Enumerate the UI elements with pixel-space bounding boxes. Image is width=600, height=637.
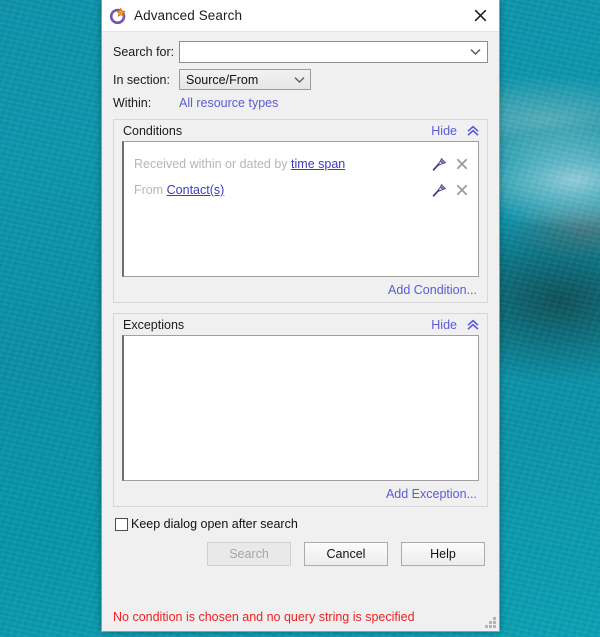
exceptions-group: Exceptions Hide Add Exception... [113, 313, 488, 507]
conditions-group: Conditions Hide Received within or dated… [113, 119, 488, 303]
double-chevron-up-icon[interactable] [466, 124, 480, 138]
within-label: Within: [113, 96, 152, 110]
chevron-down-icon[interactable] [467, 48, 483, 56]
in-section-value: Source/From [186, 72, 259, 87]
keep-dialog-open-label: Keep dialog open after search [131, 517, 298, 531]
condition-row[interactable]: Received within or dated by time span [124, 151, 478, 177]
exceptions-hide-link[interactable]: Hide [431, 318, 457, 332]
pin-edit-icon[interactable] [432, 157, 447, 172]
close-icon[interactable] [465, 3, 495, 29]
in-section-label: In section: [113, 72, 170, 87]
condition-row-actions [432, 157, 469, 172]
search-for-combobox[interactable] [179, 41, 488, 63]
exceptions-title: Exceptions [123, 317, 185, 332]
condition-value-link[interactable]: time span [291, 157, 345, 171]
add-exception-link[interactable]: Add Exception... [386, 487, 477, 501]
conditions-hide-link[interactable]: Hide [431, 124, 457, 138]
dialog-titlebar: Advanced Search [102, 0, 499, 32]
condition-prefix: Received within or dated by [134, 157, 292, 171]
pin-edit-icon[interactable] [432, 183, 447, 198]
conditions-footer: Add Condition... [114, 283, 487, 302]
exceptions-listbox[interactable] [122, 335, 479, 481]
condition-text: From Contact(s) [134, 183, 432, 197]
condition-value-link[interactable]: Contact(s) [167, 183, 225, 197]
status-message: No condition is chosen and no query stri… [113, 610, 415, 624]
close-x-icon[interactable] [455, 157, 469, 171]
dialog-body: Search for: In section: Source/From With… [102, 32, 499, 631]
exceptions-header: Exceptions Hide [114, 314, 487, 335]
cancel-button[interactable]: Cancel [304, 542, 388, 566]
double-chevron-up-icon[interactable] [466, 318, 480, 332]
keep-dialog-open-checkbox[interactable] [115, 517, 128, 531]
within-row: Within: All resource types [113, 96, 488, 110]
advanced-search-icon [109, 7, 126, 25]
in-section-row: In section: Source/From [113, 69, 488, 90]
in-section-select[interactable]: Source/From [179, 69, 311, 90]
conditions-title: Conditions [123, 123, 183, 138]
help-button[interactable]: Help [401, 542, 485, 566]
condition-row[interactable]: From Contact(s) [124, 177, 478, 203]
add-condition-link[interactable]: Add Condition... [388, 283, 477, 297]
search-for-label: Search for: [113, 45, 175, 59]
conditions-listbox[interactable]: Received within or dated by time span Fr… [122, 141, 479, 277]
within-resource-types-link[interactable]: All resource types [179, 96, 278, 110]
dialog-button-row: Search Cancel Help [113, 542, 488, 566]
resize-grip[interactable] [485, 617, 496, 628]
search-for-row: Search for: [113, 41, 488, 63]
search-button[interactable]: Search [207, 542, 291, 566]
keep-dialog-open-row[interactable]: Keep dialog open after search [115, 517, 488, 531]
condition-row-actions [432, 183, 469, 198]
close-x-icon[interactable] [455, 183, 469, 197]
conditions-header: Conditions Hide [114, 120, 487, 141]
dialog-title: Advanced Search [134, 8, 243, 23]
exceptions-footer: Add Exception... [114, 487, 487, 506]
condition-prefix: From [134, 183, 167, 197]
chevron-down-icon[interactable] [291, 76, 307, 84]
advanced-search-dialog: Advanced Search Search for: In section: [101, 0, 500, 632]
condition-text: Received within or dated by time span [134, 157, 432, 171]
